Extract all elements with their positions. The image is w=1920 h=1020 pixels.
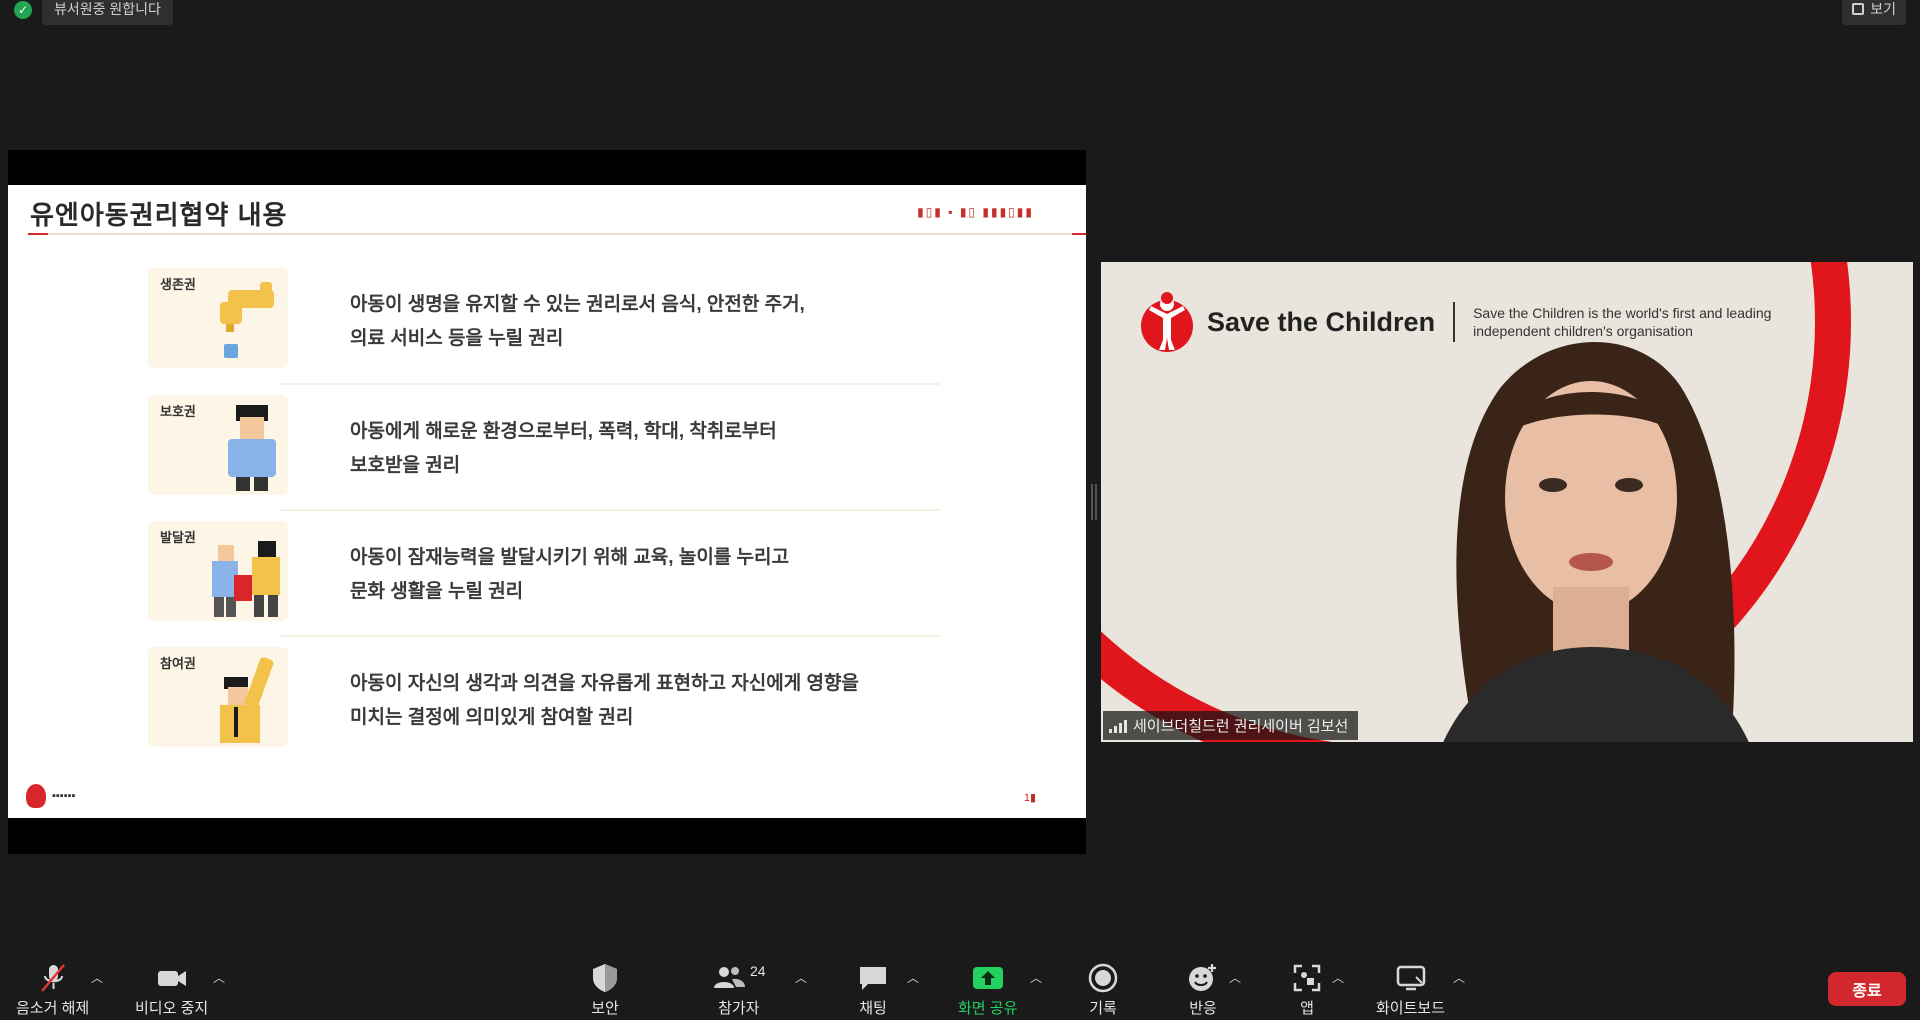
verified-shield-icon: ✓ — [14, 0, 32, 19]
share-options-caret-icon[interactable]: ︿ — [1030, 969, 1042, 986]
shared-screen[interactable]: 유엔아동권리협약 내용 ▮▯▮ ▪ ▮▯ ▮▮▮▯▮▮ 생존권 아동이 생명을 … — [8, 150, 1086, 854]
participants-button[interactable]: 24 참가자 — [712, 961, 766, 1018]
rights-row: 보호권 아동에게 해로운 환경으로부터, 폭력, 학대, 착취로부터 보호받을 … — [140, 395, 940, 495]
chat-bubble-icon — [856, 961, 890, 995]
grid-icon — [1852, 3, 1865, 15]
chat-button[interactable]: 채팅 — [856, 961, 890, 1018]
view-options-button[interactable]: 보기 — [1842, 0, 1906, 25]
slide-header-tag: ▮▯▮ ▪ ▮▯ ▮▮▮▯▮▮ — [917, 205, 1034, 219]
raised-hand-illustration: 참여권 — [148, 647, 288, 747]
security-button[interactable]: 보안 — [588, 961, 622, 1018]
row-description: 아동이 잠재능력을 발달시키기 위해 교육, 놀이를 누리고 문화 생활을 누릴… — [350, 547, 789, 602]
stop-video-button[interactable]: 비디오 중지 — [135, 961, 208, 1018]
participants-icon: 24 — [712, 961, 766, 995]
participant-name-tag: 세이브더칠드런 권리세이버 김보선 — [1103, 711, 1359, 740]
video-options-caret-icon[interactable]: ︿ — [213, 969, 225, 986]
save-the-children-logo-icon — [1141, 292, 1193, 352]
slide-divider — [28, 233, 1086, 235]
top-left-status: ✓ 뷰서원중 원합니다 — [14, 0, 173, 25]
view-button-label: 보기 — [1870, 1, 1896, 17]
rights-row: 발달권 아동이 잠재능력을 발달시키기 위해 교육, 놀이를 누리고 문화 생활… — [140, 521, 940, 621]
row-divider — [280, 383, 940, 385]
family-illustration: 발달권 — [148, 521, 288, 621]
speaker-video[interactable]: Save the Children Save the Children is t… — [1101, 262, 1913, 742]
video-camera-icon — [155, 961, 189, 995]
unmute-button[interactable]: 음소거 해제 — [16, 961, 89, 1018]
share-screen-arrow-icon — [971, 961, 1005, 995]
slide-footer-logo: ▪▪▪▪▪▪ — [26, 784, 75, 808]
apps-options-caret-icon[interactable]: ︿ — [1332, 969, 1344, 986]
emoji-add-icon — [1186, 961, 1220, 995]
signal-strength-icon — [1109, 719, 1127, 733]
row-tag: 생존권 — [160, 277, 196, 292]
microphone-muted-icon — [36, 961, 70, 995]
row-divider — [280, 635, 940, 637]
rights-row: 생존권 아동이 생명을 유지할 수 있는 권리로서 음식, 안전한 주거, 의료… — [140, 268, 940, 368]
whiteboard-icon — [1394, 961, 1428, 995]
presentation-slide: 유엔아동권리협약 내용 ▮▯▮ ▪ ▮▯ ▮▮▮▯▮▮ 생존권 아동이 생명을 … — [8, 185, 1086, 818]
viewing-label: 뷰서원중 원합니다 — [42, 0, 173, 25]
faucet-illustration: 생존권 — [148, 268, 288, 368]
stc-mini-logo-icon — [26, 784, 46, 808]
layout-splitter-handle[interactable] — [1091, 484, 1097, 520]
apps-button[interactable]: 앱 — [1290, 961, 1324, 1018]
audio-options-caret-icon[interactable]: ︿ — [91, 969, 103, 986]
row-description: 아동에게 해로운 환경으로부터, 폭력, 학대, 착취로부터 보호받을 권리 — [350, 421, 777, 476]
whiteboard-button[interactable]: 화이트보드 — [1376, 961, 1445, 1018]
end-meeting-button[interactable]: 종료 — [1828, 972, 1906, 1006]
whiteboard-options-caret-icon[interactable]: ︿ — [1453, 969, 1465, 986]
participants-options-caret-icon[interactable]: ︿ — [795, 969, 807, 986]
share-screen-button[interactable]: 화면 공유 — [958, 961, 1017, 1018]
reactions-button[interactable]: 반응 — [1186, 961, 1220, 1018]
participant-name: 세이브더칠드런 권리세이버 김보선 — [1133, 718, 1349, 735]
slide-page-number: 1▮ — [1023, 792, 1036, 804]
record-button[interactable]: 기록 — [1086, 961, 1120, 1018]
row-description: 아동이 자신의 생각과 의견을 자유롭게 표현하고 자신에게 영향을 미치는 결… — [350, 673, 859, 728]
record-icon — [1086, 961, 1120, 995]
slide-title: 유엔아동권리협약 내용 — [30, 200, 288, 230]
meeting-toolbar: 음소거 해제 ︿ 비디오 중지 ︿ 보안 24 참가자 ︿ 채팅 ︿ 화면 공유… — [0, 952, 1920, 1020]
rights-row: 참여권 아동이 자신의 생각과 의견을 자유롭게 표현하고 자신에게 영향을 미… — [140, 647, 940, 747]
row-description: 아동이 생명을 유지할 수 있는 권리로서 음식, 안전한 주거, 의료 서비스… — [350, 294, 805, 349]
shield-icon — [588, 961, 622, 995]
apps-icon — [1290, 961, 1324, 995]
child-illustration: 보호권 — [148, 395, 288, 495]
row-divider — [280, 509, 940, 511]
reactions-options-caret-icon[interactable]: ︿ — [1229, 969, 1241, 986]
speaker-person — [1443, 342, 1749, 742]
participants-count: 24 — [750, 963, 766, 979]
chat-options-caret-icon[interactable]: ︿ — [907, 969, 919, 986]
